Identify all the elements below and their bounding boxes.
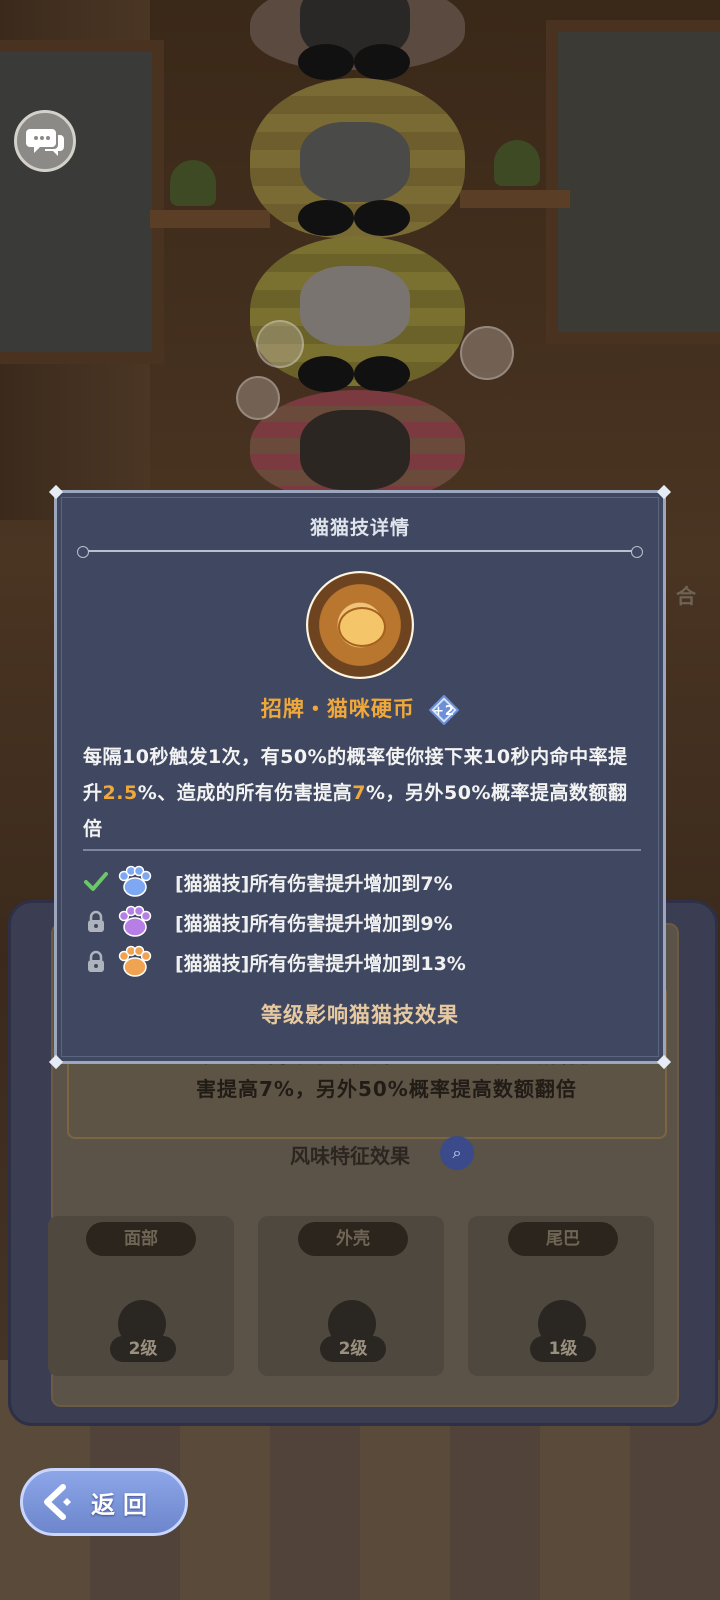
cat-coin-skill-icon — [306, 571, 414, 679]
plant-right — [494, 140, 540, 186]
magnify-icon[interactable]: ⌕ — [440, 1136, 474, 1170]
cat-paws-3 — [298, 356, 418, 392]
skill-name: 招牌・猫咪硬币 — [260, 697, 415, 721]
side-text: 合 — [676, 584, 696, 608]
chat-bubbles-icon — [26, 129, 64, 156]
slot-label-face: 面部 — [86, 1222, 196, 1256]
level-2-text: [猫猫技]所有伤害提升增加到9% — [175, 913, 453, 935]
bubble — [256, 320, 304, 368]
slot-level-shell: 2级 — [320, 1336, 386, 1362]
back-arrow-icon — [44, 1484, 71, 1520]
shelf-right — [460, 190, 570, 208]
level-effect-note: 等级影响猫猫技效果 — [261, 1003, 459, 1027]
cat-paws-1 — [298, 44, 418, 80]
cat-paws-2 — [298, 200, 418, 236]
bubble — [236, 376, 280, 420]
plant-left — [170, 160, 216, 206]
cat-stack-4 — [250, 390, 465, 500]
title-divider — [77, 546, 643, 558]
lock-icon — [88, 910, 104, 932]
coin-icon — [338, 607, 386, 647]
paw-icon-orange — [118, 945, 152, 977]
slot-label-shell: 外壳 — [298, 1222, 408, 1256]
svg-text:+2: +2 — [433, 704, 455, 719]
return-button[interactable]: 返回 — [20, 1468, 188, 1536]
slot-level-tail: 1级 — [530, 1336, 596, 1362]
skill-description: 每隔10秒触发1次，有50%的概率使你接下来10秒内命中率提升2.5%、造成的所… — [83, 739, 641, 847]
level-row-3: [猫猫技]所有伤害提升增加到13% — [83, 945, 643, 979]
desc-part: %、造成的所有伤害提高 — [137, 782, 353, 804]
window-right — [546, 20, 720, 344]
level-3-text: [猫猫技]所有伤害提升增加到13% — [175, 953, 466, 975]
skill-name-row: 招牌・猫咪硬币 +2 — [57, 693, 663, 725]
bubble — [460, 326, 514, 380]
slot-label-tail: 尾巴 — [508, 1222, 618, 1256]
paw-icon-blue — [118, 865, 152, 897]
lock-icon — [88, 950, 104, 972]
flavor-title: 风味特征效果 — [290, 1144, 410, 1168]
level-1-text: [猫猫技]所有伤害提升增加到7% — [175, 873, 453, 895]
paw-icon-purple — [118, 905, 152, 937]
desc-highlight: 2.5 — [102, 782, 138, 804]
chat-button[interactable] — [14, 110, 76, 172]
summary-line-2: 害提高7%，另外50%概率提高数额翻倍 — [196, 1077, 577, 1101]
slot-level-face: 2级 — [110, 1336, 176, 1362]
description-divider — [83, 849, 641, 851]
level-row-1: [猫猫技]所有伤害提升增加到7% — [83, 865, 643, 899]
return-label: 返回 — [91, 1491, 155, 1519]
shelf-left — [150, 210, 270, 228]
level-row-2: [猫猫技]所有伤害提升增加到9% — [83, 905, 643, 939]
window-left — [0, 40, 164, 364]
skill-detail-dialog: 猫猫技详情 招牌・猫咪硬币 +2 每隔10秒触发1次，有50%的概率使你接下来1… — [48, 484, 672, 1070]
level-plus-badge: +2 — [429, 695, 460, 725]
check-icon — [84, 872, 108, 891]
dialog-title: 猫猫技详情 — [309, 517, 410, 539]
desc-highlight: 7 — [352, 782, 366, 804]
